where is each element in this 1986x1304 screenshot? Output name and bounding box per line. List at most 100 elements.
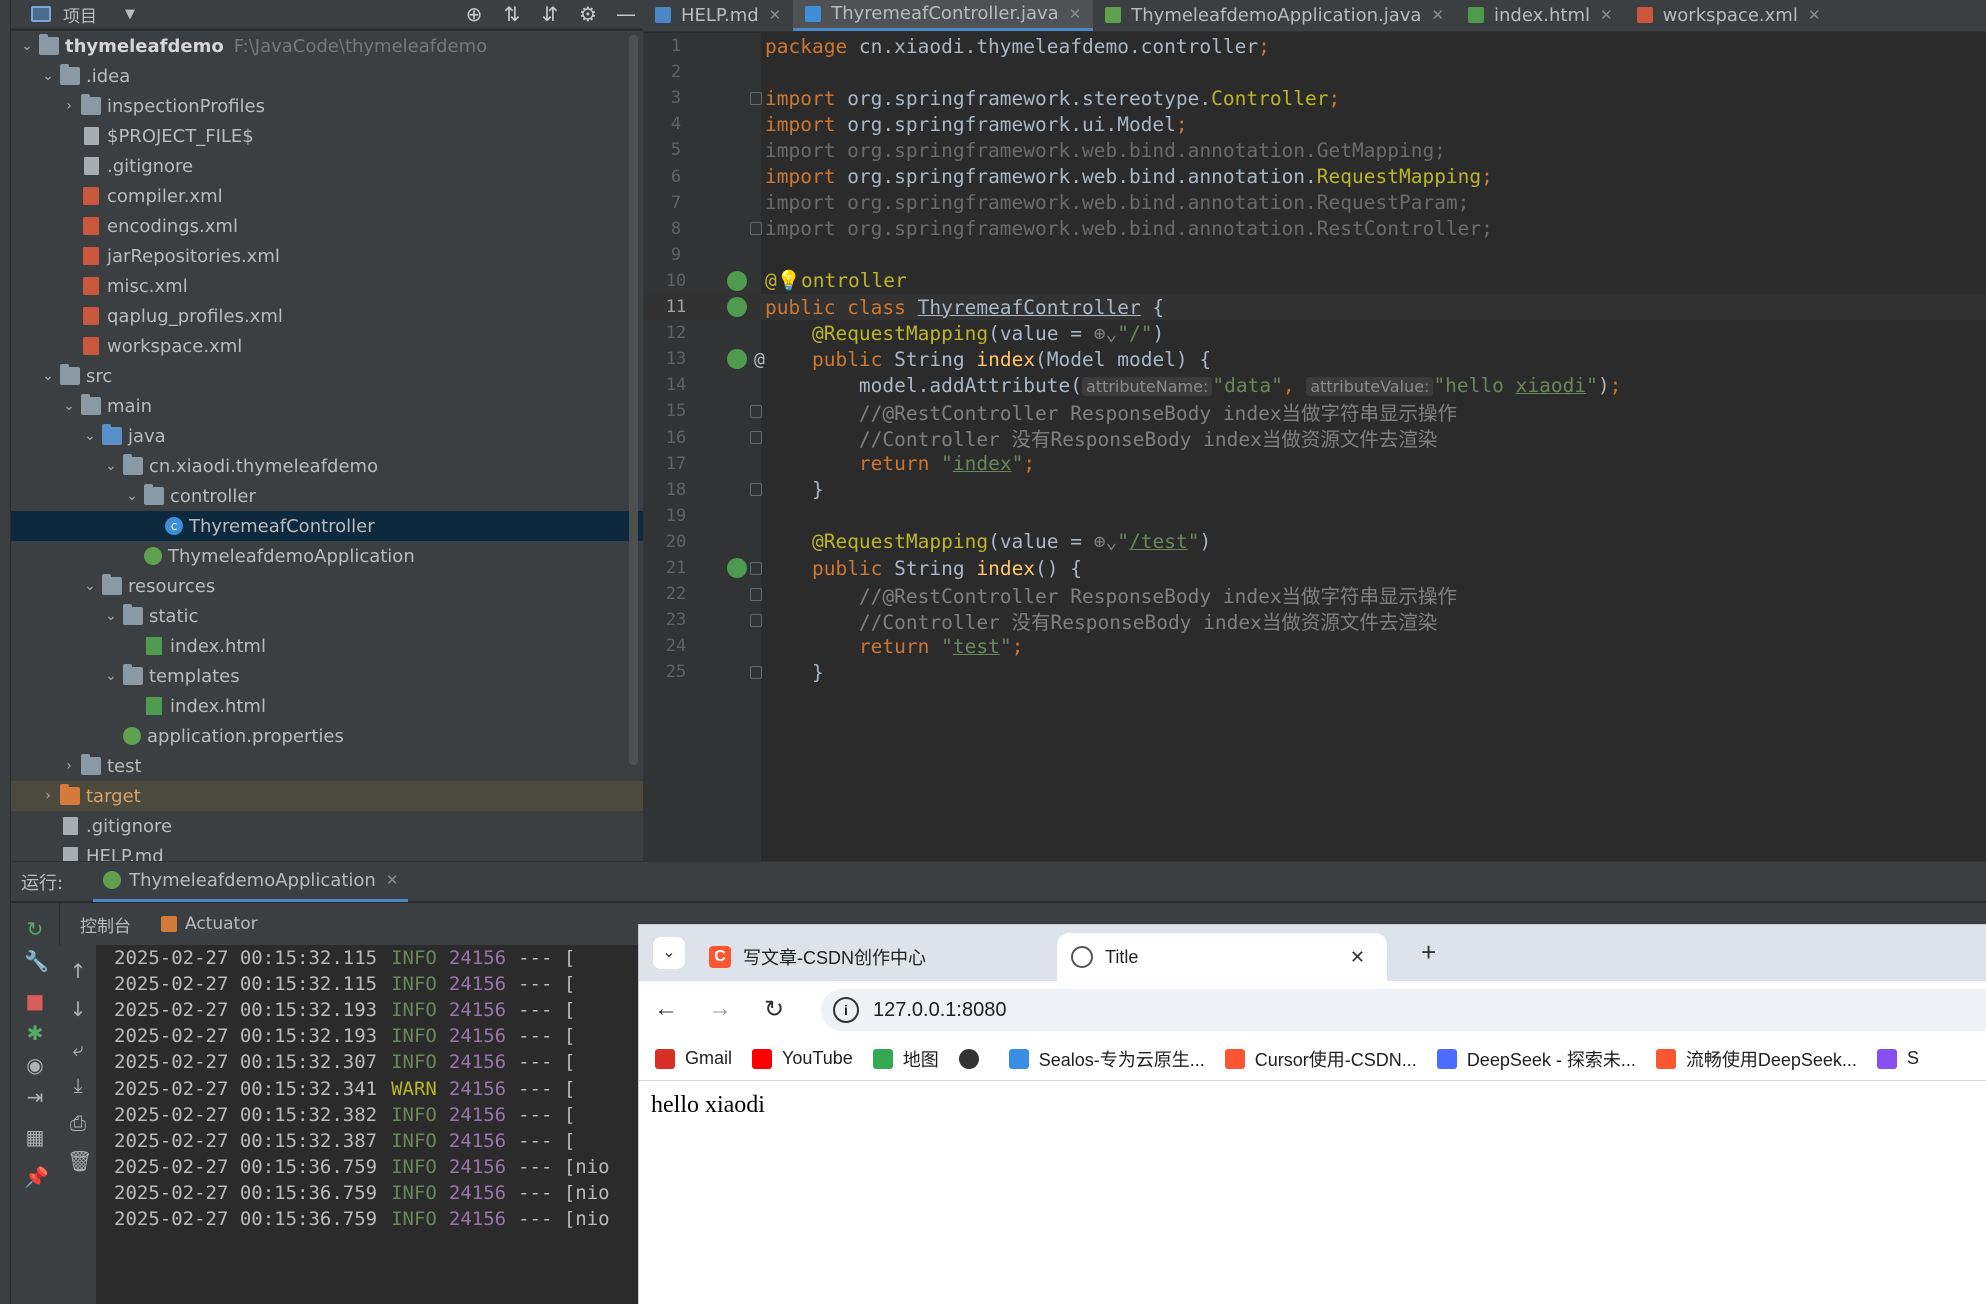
code-line[interactable]: 18 }	[643, 477, 1986, 503]
browser-tab-title[interactable]: Title ✕	[1057, 933, 1387, 981]
tree-item[interactable]: workspace.xml	[11, 331, 643, 361]
print-icon[interactable]: ⎙	[67, 1111, 89, 1135]
tree-item[interactable]: ⌄ thymeleafdemo F:\JavaCode\thymeleafdemo	[11, 31, 643, 61]
close-icon[interactable]: ✕	[1600, 6, 1613, 24]
tree-item[interactable]: c ThyremeafController	[11, 511, 643, 541]
code-line[interactable]: 7 import org.springframework.web.bind.ann…	[643, 190, 1986, 216]
tree-item[interactable]: ⌄ src	[11, 361, 643, 391]
fold-icon[interactable]	[750, 665, 762, 679]
code-line[interactable]: 23 //Controller 没有ResponseBody index当做资源…	[643, 607, 1986, 634]
mapping-icon[interactable]: @	[754, 349, 765, 370]
close-icon[interactable]: ✕	[386, 871, 399, 889]
code-editor[interactable]: 1 package cn.xiaodi.thymeleafdemo.control…	[643, 33, 1986, 861]
spring-bean-icon[interactable]	[727, 270, 747, 291]
chevron-down-icon[interactable]: ⌄	[99, 668, 123, 684]
close-icon[interactable]: ✕	[1431, 6, 1444, 24]
code-line[interactable]: 11 public class ThyremeafController {	[643, 294, 1986, 321]
tree-item[interactable]: encodings.xml	[11, 211, 643, 241]
debug-icon[interactable]: ✱	[24, 1021, 46, 1045]
bookmark-item[interactable]	[958, 1048, 989, 1069]
address-bar[interactable]: i 127.0.0.1:8080	[821, 989, 1986, 1031]
back-icon[interactable]: ←	[651, 995, 681, 1023]
fold-icon[interactable]	[750, 91, 762, 105]
tree-item[interactable]: ⌄ resources	[11, 571, 643, 601]
code-line[interactable]: 3 import org.springframework.stereotype.C…	[643, 85, 1986, 111]
bookmark-item[interactable]: YouTube	[752, 1048, 853, 1069]
exit-icon[interactable]: ⇥	[24, 1085, 46, 1109]
code-line[interactable]: 15 //@RestController ResponseBody index当…	[643, 398, 1986, 425]
soft-wrap-icon[interactable]: ⤶	[67, 1037, 89, 1061]
run-tab[interactable]: ThymeleafdemoApplication ✕	[93, 862, 409, 902]
reload-icon[interactable]: ↻	[759, 995, 789, 1024]
tree-item[interactable]: application.properties	[11, 721, 643, 751]
code-line[interactable]: 6 import org.springframework.web.bind.ann…	[643, 164, 1986, 190]
chevron-right-icon[interactable]: ›	[36, 788, 60, 804]
tree-item[interactable]: › test	[11, 751, 643, 781]
code-line[interactable]: 25 }	[643, 659, 1986, 685]
gear-icon[interactable]: ⚙	[577, 2, 599, 26]
tree-item[interactable]: ⌄ main	[11, 391, 643, 421]
code-line[interactable]: 8 import org.springframework.web.bind.ann…	[643, 216, 1986, 242]
bookmark-item[interactable]: Gmail	[655, 1048, 732, 1069]
tree-item[interactable]: › target	[11, 781, 643, 811]
code-line[interactable]: 9	[643, 242, 1986, 268]
bookmark-item[interactable]: 地图	[872, 1046, 939, 1072]
camera-icon[interactable]: ◉	[24, 1053, 46, 1077]
scroll-to-end-icon[interactable]: ⤓	[67, 1073, 89, 1097]
code-line[interactable]: 1 package cn.xiaodi.thymeleafdemo.control…	[643, 33, 1986, 59]
project-panel-title[interactable]: 项目	[63, 2, 97, 27]
code-line[interactable]: 17 return "index";	[643, 451, 1986, 477]
fold-icon[interactable]	[750, 222, 762, 236]
code-line[interactable]: 16 //Controller 没有ResponseBody index当做资源…	[643, 425, 1986, 452]
editor-tab[interactable]: workspace.xml ✕	[1625, 0, 1833, 31]
code-line[interactable]: 12 @RequestMapping(value = ⊕⌄"/")	[643, 320, 1986, 346]
spring-bean-icon[interactable]	[727, 349, 747, 370]
code-line[interactable]: 4 import org.springframework.ui.Model;	[643, 111, 1986, 137]
bookmark-item[interactable]: 流畅使用DeepSeek...	[1655, 1046, 1857, 1072]
minimize-icon[interactable]: —	[615, 2, 637, 26]
chevron-down-icon[interactable]: ⌄	[36, 368, 60, 384]
tree-item[interactable]: compiler.xml	[11, 181, 643, 211]
chevron-down-icon[interactable]: ⌄	[15, 38, 39, 54]
code-line[interactable]: 24 return "test";	[643, 633, 1986, 659]
fold-icon[interactable]	[750, 404, 762, 418]
editor-tab[interactable]: ThyremeafController.java ✕	[793, 0, 1094, 31]
pin-icon[interactable]: 📌	[24, 1165, 49, 1189]
tree-item[interactable]: misc.xml	[11, 271, 643, 301]
tree-item[interactable]: qaplug_profiles.xml	[11, 301, 643, 331]
arrow-up-icon[interactable]: ↑	[67, 959, 89, 983]
fold-icon[interactable]	[750, 561, 762, 575]
tree-item[interactable]: HELP.md	[11, 841, 643, 861]
chevron-down-icon[interactable]: ▼	[125, 7, 135, 22]
project-tree-scrollbar[interactable]	[629, 35, 638, 765]
code-line[interactable]: 20 @RequestMapping(value = ⊕⌄"/test")	[643, 529, 1986, 555]
chevron-right-icon[interactable]: ›	[57, 758, 81, 774]
close-icon[interactable]: ✕	[1350, 947, 1365, 968]
layout-icon[interactable]: ▦	[24, 1125, 46, 1149]
tab-search-button[interactable]: ⌄	[653, 937, 685, 969]
tree-item[interactable]: ⌄ .idea	[11, 61, 643, 91]
code-line[interactable]: 13 @ public String index(Model model) {	[643, 346, 1986, 372]
expand-all-icon[interactable]: ⇅	[501, 2, 523, 26]
collapse-all-icon[interactable]: ⇵	[539, 2, 561, 26]
fold-icon[interactable]	[750, 613, 762, 627]
console-output[interactable]: 2025-02-27 00:15:32.115 INFO 24156 --- [202…	[98, 945, 638, 1304]
bookmark-item[interactable]: Sealos-专为云原生...	[1008, 1046, 1205, 1072]
chevron-down-icon[interactable]: ⌄	[57, 398, 81, 414]
close-icon[interactable]: ✕	[1069, 5, 1082, 23]
forward-icon[interactable]: →	[705, 995, 735, 1023]
chevron-down-icon[interactable]: ⌄	[78, 428, 102, 444]
tree-item[interactable]: $PROJECT_FILE$	[11, 121, 643, 151]
tree-item[interactable]: .gitignore	[11, 151, 643, 181]
close-icon[interactable]: ✕	[769, 6, 782, 24]
tree-item[interactable]: index.html	[11, 631, 643, 661]
tree-item[interactable]: ThymeleafdemoApplication	[11, 541, 643, 571]
code-line[interactable]: 22 //@RestController ResponseBody index当…	[643, 581, 1986, 608]
tree-item[interactable]: ⌄ controller	[11, 481, 643, 511]
rerun-icon[interactable]: ↻	[24, 917, 46, 941]
locate-icon[interactable]: ⊕	[463, 2, 485, 26]
url-text[interactable]: 127.0.0.1:8080	[873, 999, 1006, 1022]
tree-item[interactable]: .gitignore	[11, 811, 643, 841]
chevron-down-icon[interactable]: ⌄	[36, 68, 60, 84]
editor-tab[interactable]: HELP.md ✕	[643, 0, 793, 31]
